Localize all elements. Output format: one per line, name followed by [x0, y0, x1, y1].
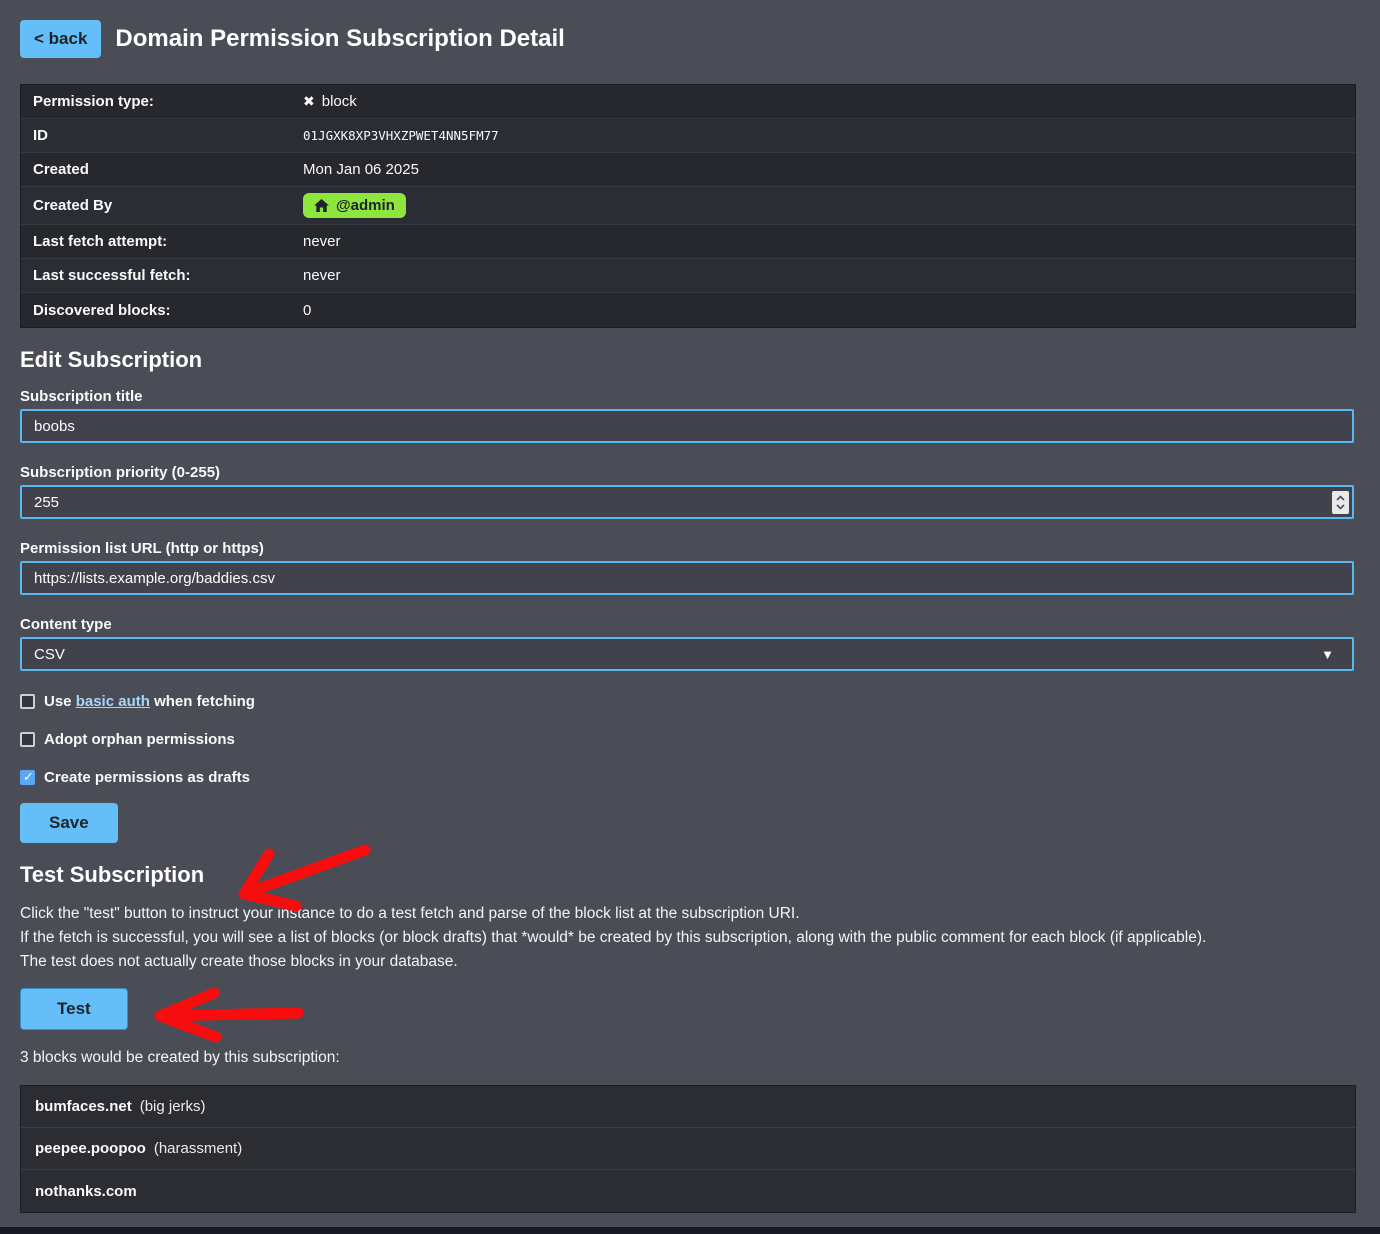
page-bottom-edge [0, 1227, 1380, 1234]
number-stepper[interactable] [1332, 491, 1349, 514]
basic-auth-check-row: Use basic auth when fetching [20, 693, 1354, 710]
adopt-orphans-check-row: Adopt orphan permissions [20, 731, 1354, 748]
table-row: ID 01JGXK8XP3VHXZPWET4NN5FM77 [21, 119, 1355, 153]
page-title: Domain Permission Subscription Detail [115, 25, 564, 53]
test-result-summary: 3 blocks would be created by this subscr… [20, 1049, 1354, 1067]
row-label: Permission type: [21, 87, 291, 116]
block-domain: peepee.poopoo [35, 1140, 146, 1157]
test-description: Click the "test" button to instruct your… [20, 902, 1354, 974]
created-by-username: @admin [336, 197, 395, 214]
block-domain: bumfaces.net [35, 1098, 132, 1115]
last-successful-fetch: never [291, 261, 1355, 290]
list-item: peepee.poopoo (harassment) [21, 1128, 1355, 1170]
permission-list-url-input[interactable] [20, 561, 1354, 595]
block-x-icon: ✖ [303, 93, 315, 110]
row-label: Last successful fetch: [21, 261, 291, 290]
save-button[interactable]: Save [20, 803, 118, 843]
list-item: nothanks.com [21, 1170, 1355, 1212]
page-header: < back Domain Permission Subscription De… [20, 20, 1354, 58]
last-fetch-attempt: never [291, 227, 1355, 256]
table-row: Permission type: ✖ block [21, 85, 1355, 119]
checkbox-label: Use [44, 693, 72, 710]
subscription-title-label: Subscription title [20, 388, 1354, 405]
back-button[interactable]: < back [20, 20, 101, 58]
table-row: Last fetch attempt: never [21, 225, 1355, 259]
table-row: Last successful fetch: never [21, 259, 1355, 293]
checkbox-label: when fetching [154, 693, 255, 710]
subscription-priority-input[interactable] [20, 485, 1354, 519]
created-date: Mon Jan 06 2025 [291, 155, 1355, 184]
row-label: Created By [21, 191, 291, 220]
block-comment: (harassment) [154, 1140, 242, 1157]
chevron-down-icon: ▼ [1321, 647, 1340, 662]
subscription-info-table: Permission type: ✖ block ID 01JGXK8XP3VH… [20, 84, 1356, 328]
created-by-badge[interactable]: @admin [303, 193, 406, 218]
discovered-blocks-count: 0 [291, 296, 1355, 325]
subscription-id: 01JGXK8XP3VHXZPWET4NN5FM77 [291, 122, 1355, 149]
create-drafts-check-row: Create permissions as drafts [20, 769, 1354, 786]
table-row: Created Mon Jan 06 2025 [21, 153, 1355, 187]
edit-subscription-heading: Edit Subscription [20, 347, 1354, 373]
subscription-title-input[interactable] [20, 409, 1354, 443]
row-label: Created [21, 155, 291, 184]
block-comment: (big jerks) [140, 1098, 206, 1115]
row-label: Last fetch attempt: [21, 227, 291, 256]
adopt-orphans-checkbox[interactable] [20, 732, 35, 747]
block-domain: nothanks.com [35, 1183, 137, 1200]
content-type-value: CSV [34, 646, 65, 663]
basic-auth-checkbox[interactable] [20, 694, 35, 709]
subscription-priority-label: Subscription priority (0-255) [20, 464, 1354, 481]
content-type-label: Content type [20, 616, 1354, 633]
test-button[interactable]: Test [20, 988, 128, 1030]
basic-auth-link[interactable]: basic auth [76, 693, 150, 710]
row-label: ID [21, 121, 291, 150]
create-drafts-checkbox[interactable] [20, 770, 35, 785]
test-result-blocks-list: bumfaces.net (big jerks) peepee.poopoo (… [20, 1085, 1356, 1213]
checkbox-label: Create permissions as drafts [44, 769, 250, 786]
home-icon [314, 199, 329, 212]
list-item: bumfaces.net (big jerks) [21, 1086, 1355, 1128]
checkbox-label: Adopt orphan permissions [44, 731, 235, 748]
table-row: Created By @admin [21, 187, 1355, 225]
permission-list-url-label: Permission list URL (http or https) [20, 540, 1354, 557]
test-subscription-heading: Test Subscription [20, 862, 1354, 888]
content-type-select[interactable]: CSV ▼ [20, 637, 1354, 671]
row-value: ✖ block [291, 87, 1355, 116]
row-label: Discovered blocks: [21, 296, 291, 325]
table-row: Discovered blocks: 0 [21, 293, 1355, 327]
